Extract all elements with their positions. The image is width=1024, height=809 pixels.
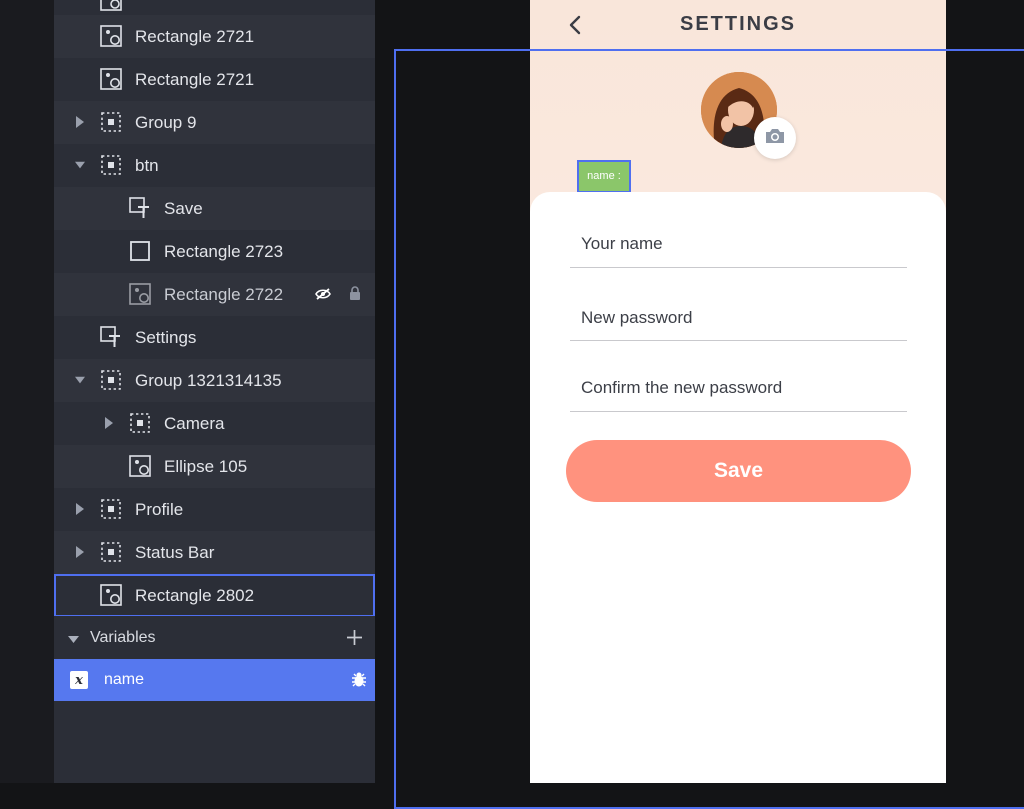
layer-row[interactable]: Group 1321314135 [54,359,375,402]
your-name-label: Your name [581,234,663,253]
layer-label: Group 1321314135 [135,370,282,390]
group-layer-icon [100,154,122,176]
layer-row[interactable]: Settings [54,316,375,359]
save-button[interactable]: Save [566,440,911,502]
eye-hidden-icon[interactable] [315,285,331,305]
layer-label: Rectangle 2721 [135,26,255,46]
bug-icon[interactable] [351,671,367,693]
layer-row-status-icons [315,273,361,316]
caret-down-icon[interactable] [75,374,85,386]
layer-row[interactable]: Profile [54,488,375,531]
variables-header-label: Variables [90,628,156,646]
layer-row[interactable]: Rectangle 2721 [54,15,375,58]
layer-label: Group 9 [135,112,197,132]
layer-row[interactable]: Ellipse 105 [54,445,375,488]
image-layer-icon [129,283,151,305]
layer-label: Rectangle 2723 [164,241,284,261]
layer-row[interactable]: Group 9 [54,101,375,144]
plus-icon[interactable] [346,629,363,651]
caret-right-icon[interactable] [104,417,114,429]
caret-down-icon[interactable] [68,631,79,649]
layer-row[interactable]: Camera [54,402,375,445]
layer-label: Ellipse 105 [164,456,248,476]
group-layer-icon [129,412,151,434]
layer-row[interactable]: btn [54,144,375,187]
layer-row[interactable]: Status Bar [54,531,375,574]
text-layer-icon [100,326,122,348]
caret-right-icon[interactable] [75,503,85,515]
name-variable-tag[interactable]: name : [577,160,631,193]
layers-panel: Rectangle 2721 Rectangle 2721 Group 9 btn Sa… [54,0,375,783]
confirm-password-field[interactable]: Confirm the new password [570,374,907,412]
layer-row[interactable]: Rectangle 2722 [54,273,375,316]
image-layer-icon [129,455,151,477]
your-name-field[interactable]: Your name [570,230,907,268]
image-layer-icon [100,25,122,47]
variables-section-header[interactable]: Variables [54,616,375,659]
caret-down-icon[interactable] [75,159,85,171]
group-layer-icon [100,369,122,391]
settings-form-card: Your name New password Confirm the new p… [530,192,946,783]
layer-label: Rectangle 2802 [135,585,255,605]
left-toolbar-strip [0,0,54,783]
new-password-label: New password [581,308,693,327]
caret-right-icon[interactable] [75,116,85,128]
layer-label: btn [135,155,159,175]
phone-frame[interactable]: SETTINGS name : Your name New password C… [530,0,946,783]
group-layer-icon [100,498,122,520]
layer-row[interactable]: Rectangle 2721 [54,58,375,101]
image-layer-icon [100,584,122,606]
variable-item-name[interactable]: x name [54,659,375,701]
layer-label: Settings [135,327,197,347]
group-layer-icon [100,111,122,133]
rectangle-layer-icon [129,240,151,262]
layer-row[interactable]: Rectangle 2723 [54,230,375,273]
new-password-field[interactable]: New password [570,303,907,341]
confirm-password-label: Confirm the new password [581,378,783,397]
layer-row[interactable]: Save [54,187,375,230]
text-layer-icon [129,197,151,219]
layer-label: Status Bar [135,542,215,562]
caret-right-icon[interactable] [75,546,85,558]
camera-button[interactable] [754,117,796,159]
image-layer-icon [100,68,122,90]
layer-label: Profile [135,499,184,519]
layer-label: Rectangle 2722 [164,284,284,304]
image-layer-icon [100,0,122,11]
layer-label: Rectangle 2721 [135,69,255,89]
lock-icon[interactable] [349,285,361,305]
camera-icon [764,127,786,150]
variable-x-icon: x [70,671,88,689]
variable-item-label: name [104,671,145,688]
group-layer-icon [100,541,122,563]
layer-label: Save [164,198,203,218]
layer-label: Camera [164,413,225,433]
layer-row[interactable]: Rectangle 2802 [54,574,375,617]
page-title: SETTINGS [679,13,796,35]
